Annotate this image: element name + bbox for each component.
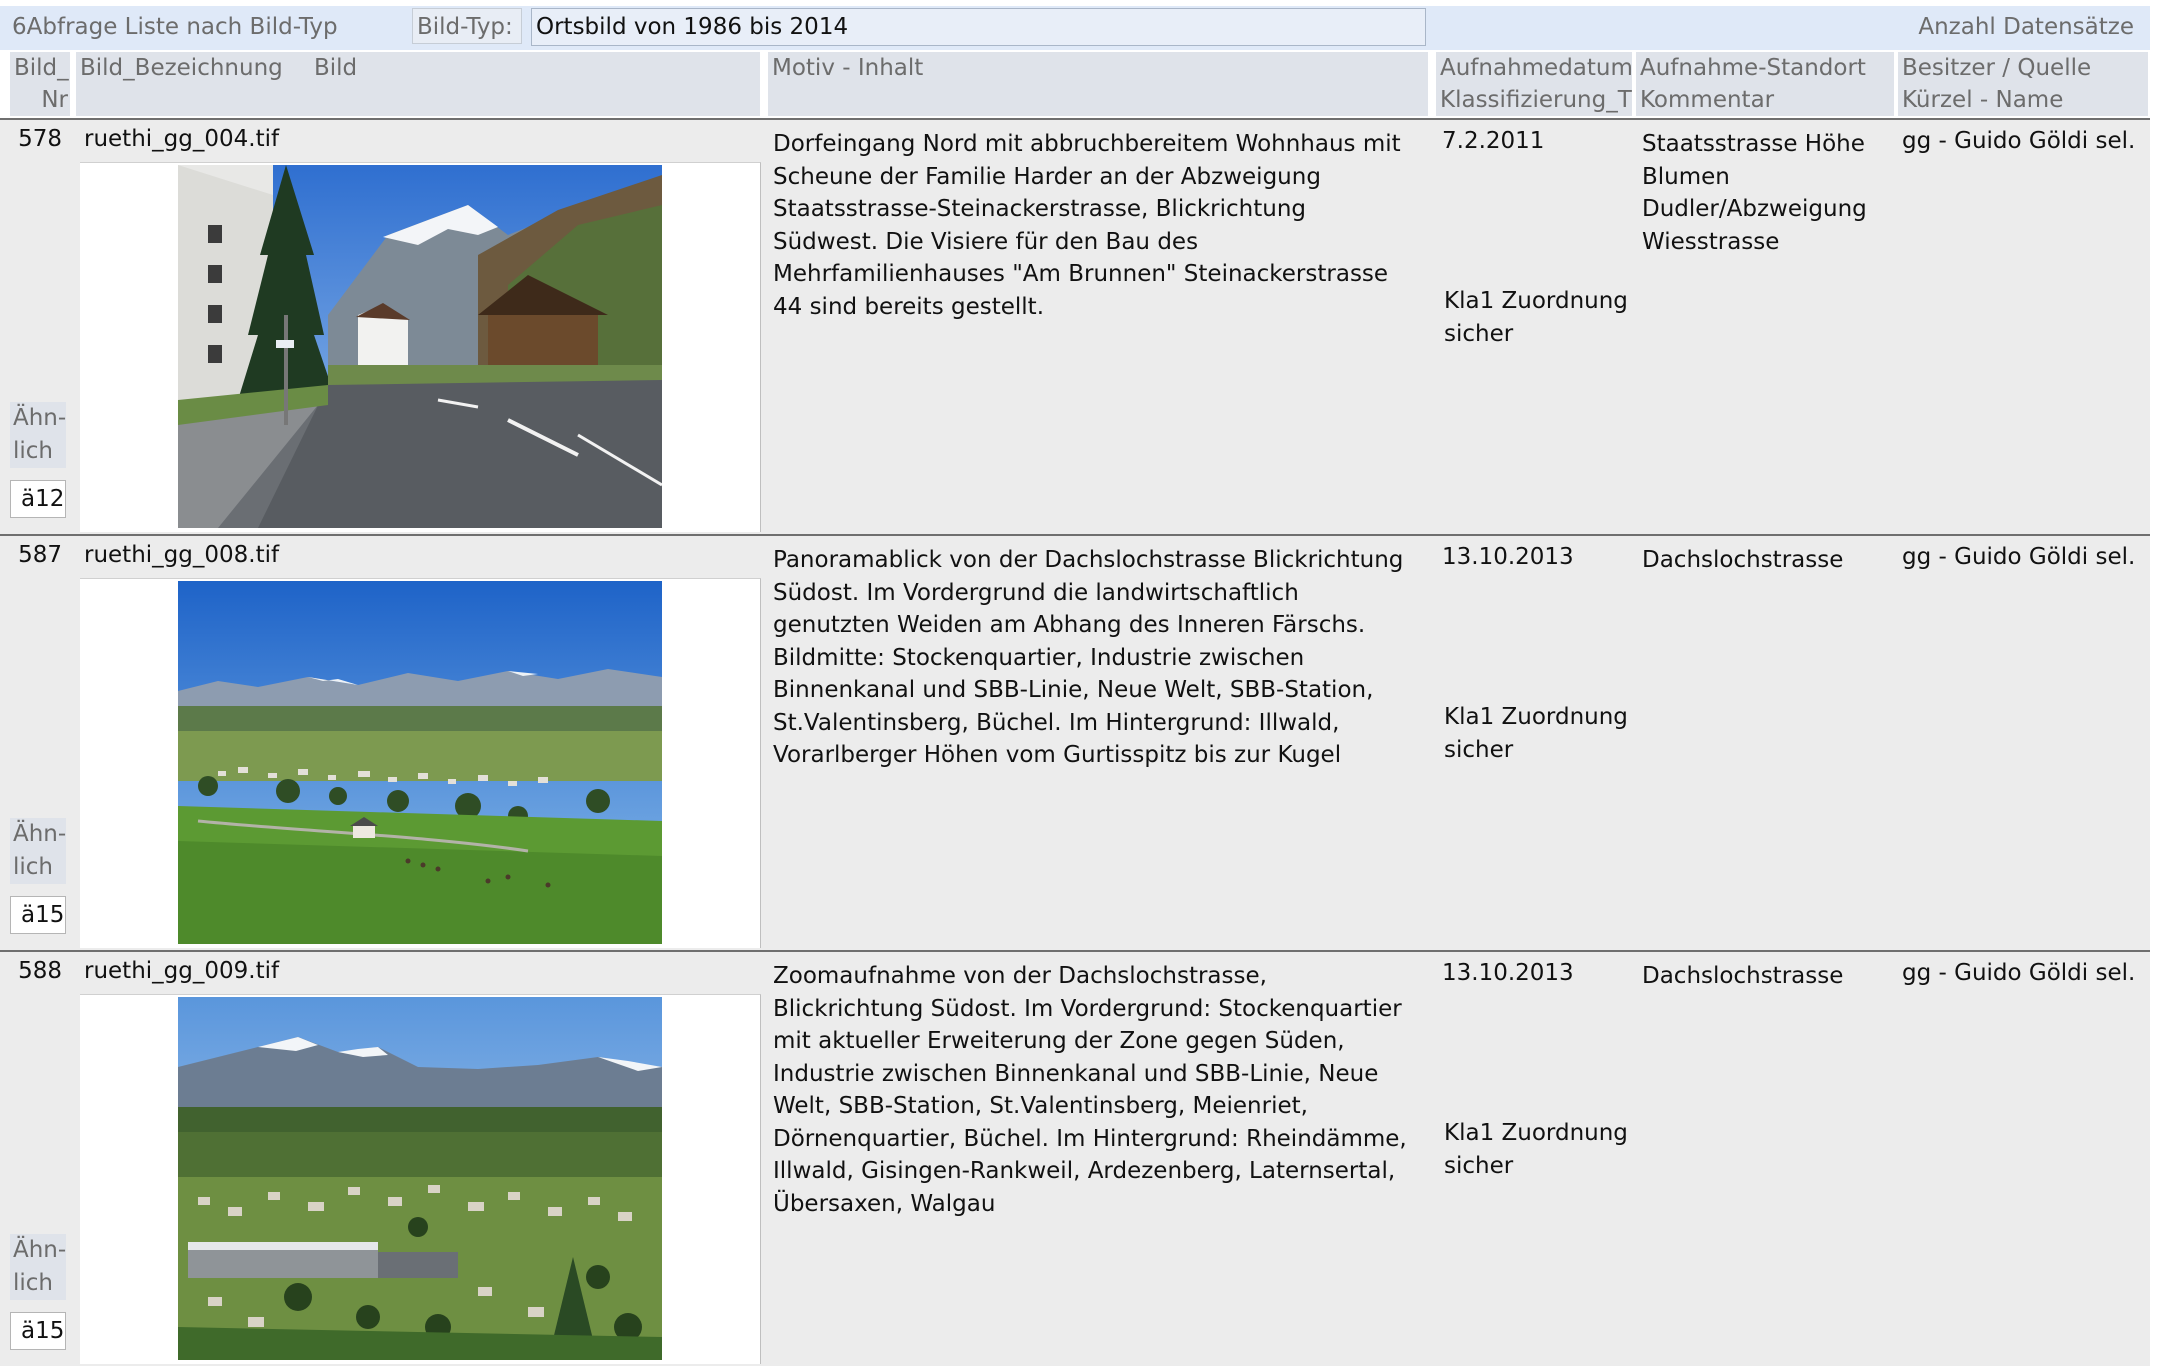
aehnlich-field[interactable]: ä15 (10, 1312, 66, 1350)
column-header-bild-nr: Bild_ Nr (10, 52, 70, 116)
column-header-bild-bezeichnung: Bild_Bezeichnung (80, 55, 283, 81)
column-header-standort-line2: Kommentar (1640, 87, 1775, 113)
panorama-valley-photo[interactable] (178, 581, 662, 944)
column-header-besitzer: Besitzer / Quelle Kürzel - Name (1898, 52, 2148, 116)
column-header-datum-line2: Klassifizierung_T (1440, 87, 1632, 113)
record-motiv: Panoramablick von der Dachslochstrasse B… (773, 547, 1404, 768)
record-aufnahmedatum: 13.10.2013 (1442, 544, 1574, 570)
column-header-bild-nr-line1: Bild_ (14, 55, 69, 81)
report-header: 6Abfrage Liste nach Bild-Typ Bild-Typ: O… (0, 6, 2150, 50)
column-header-motiv-label: Motiv - Inhalt (772, 55, 924, 81)
record-standort: Dachslochstrasse (1642, 547, 1844, 573)
record-bild-nr: 587 (18, 542, 62, 568)
column-header-bild-nr-line2: Nr (41, 87, 68, 113)
zoom-village-photo[interactable] (178, 997, 662, 1360)
record-standort: Dachslochstrasse (1642, 963, 1844, 989)
report-page: 6Abfrage Liste nach Bild-Typ Bild-Typ: O… (0, 0, 2161, 1366)
filter-label: Bild-Typ: (412, 8, 522, 44)
column-header-bild: Bild_Bezeichnung Bild (76, 52, 760, 116)
record-klassifizierung: Kla1 Zuordnung sicher (1444, 704, 1628, 763)
aehnlich-field[interactable]: ä12 (10, 480, 66, 518)
record-bild-bezeichnung: ruethi_gg_009.tif (84, 958, 280, 984)
record-besitzer: gg - Guido Göldi sel. (1902, 544, 2136, 570)
record-row: 587 ruethi_gg_008.tif Ähn-lich ä15 Panor… (0, 534, 2150, 950)
record-bild-nr: 588 (18, 958, 62, 984)
record-standort: Staatsstrasse Höhe Blumen Dudler/Abzweig… (1642, 131, 1867, 255)
record-aufnahmedatum: 13.10.2013 (1442, 960, 1574, 986)
column-header-datum: Aufnahmedatum Klassifizierung_T (1436, 52, 1632, 116)
record-motiv: Zoomaufnahme von der Dachslochstrasse, B… (773, 963, 1407, 1217)
record-besitzer: gg - Guido Göldi sel. (1902, 960, 2136, 986)
column-header-standort-line1: Aufnahme-Standort (1640, 55, 1866, 81)
record-motiv: Dorfeingang Nord mit abbruchbereitem Woh… (773, 131, 1401, 320)
record-row: 578 ruethi_gg_004.tif Ähn-lich ä12 Dorfe… (0, 118, 2150, 534)
record-klassifizierung: Kla1 Zuordnung sicher (1444, 288, 1628, 347)
column-header-datum-line1: Aufnahmedatum (1440, 55, 1632, 81)
aehnlich-field[interactable]: ä15 (10, 896, 66, 934)
record-klassifizierung: Kla1 Zuordnung sicher (1444, 1120, 1628, 1179)
record-bild-bezeichnung: ruethi_gg_004.tif (84, 126, 280, 152)
bild-typ-field[interactable]: Ortsbild von 1986 bis 2014 (531, 8, 1426, 46)
aehnlich-label: Ähn-lich (10, 818, 66, 884)
record-row: 588 ruethi_gg_009.tif Ähn-lich ä15 Zooma… (0, 950, 2150, 1366)
street-village-photo[interactable] (178, 165, 662, 528)
report-title: 6Abfrage Liste nach Bild-Typ (12, 14, 338, 40)
record-bild-bezeichnung: ruethi_gg_008.tif (84, 542, 280, 568)
record-count-label: Anzahl Datensätze (1918, 14, 2134, 40)
column-header-standort: Aufnahme-Standort Kommentar (1636, 52, 1894, 116)
record-besitzer: gg - Guido Göldi sel. (1902, 128, 2136, 154)
column-header-besitzer-line1: Besitzer / Quelle (1902, 55, 2092, 81)
record-aufnahmedatum: 7.2.2011 (1442, 128, 1545, 154)
aehnlich-label: Ähn-lich (10, 1234, 66, 1300)
aehnlich-label: Ähn-lich (10, 402, 66, 468)
column-header-bild-image: Bild (314, 55, 358, 81)
record-bild-nr: 578 (18, 126, 62, 152)
column-header-motiv: Motiv - Inhalt (768, 52, 1428, 116)
column-header-besitzer-line2: Kürzel - Name (1902, 87, 2064, 113)
